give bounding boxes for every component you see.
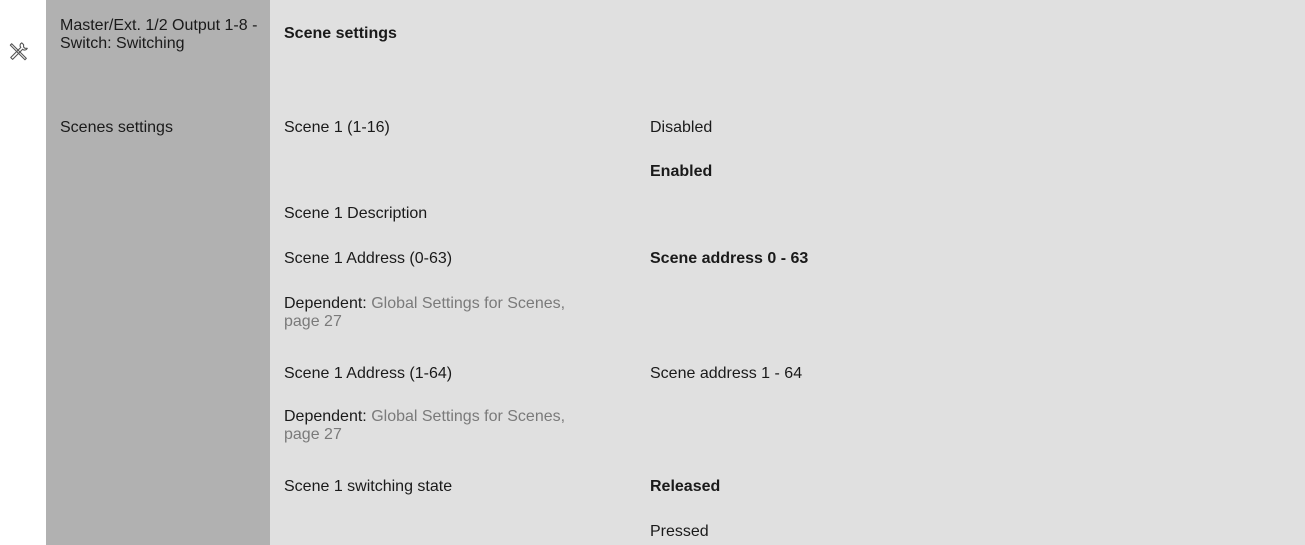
dependent-label: Dependent:: [284, 408, 367, 425]
wrench-screwdriver-icon: [9, 42, 28, 61]
group-label: Scenes settings: [60, 119, 173, 136]
dependent-note: Dependent: Global Settings for Scenes, p…: [284, 408, 604, 444]
option-value-default: Enabled: [650, 163, 713, 180]
right-column: Scene settings Scene 1 (1-16) Disabled E…: [270, 0, 1305, 545]
param-label: Scene 1 Description: [284, 205, 428, 222]
dependent-note: Dependent: Global Settings for Scenes, p…: [284, 295, 604, 331]
dependent-label: Dependent:: [284, 295, 367, 312]
option-value: Pressed: [650, 523, 709, 540]
option-value-default: Released: [650, 478, 721, 495]
parameter-table: Master/Ext. 1/2 Output 1-8 -Switch: Swit…: [46, 0, 1305, 545]
param-label: Scene 1 switching state: [284, 478, 453, 495]
param-label: Scene 1 Address (1-64): [284, 365, 453, 382]
section-title: Master/Ext. 1/2 Output 1-8 -Switch: Swit…: [60, 17, 258, 52]
option-value-default: Scene address 0 - 63: [650, 250, 809, 267]
param-label: Scene 1 (1-16): [284, 119, 390, 136]
header-label: Scene settings: [284, 25, 397, 42]
left-column: Master/Ext. 1/2 Output 1-8 -Switch: Swit…: [46, 0, 270, 545]
param-label: Scene 1 Address (0-63): [284, 250, 453, 267]
option-value: Disabled: [650, 119, 713, 136]
option-value: Scene address 1 - 64: [650, 365, 803, 382]
